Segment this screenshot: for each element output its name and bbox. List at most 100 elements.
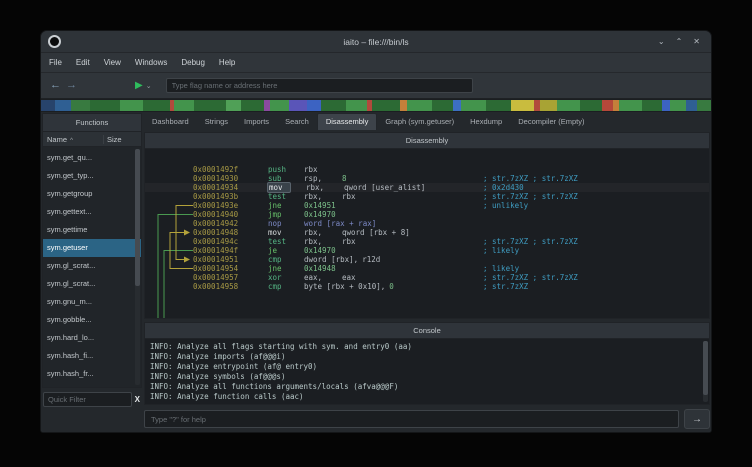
tab-dashboard[interactable]: Dashboard xyxy=(144,114,197,130)
tab-hexdump[interactable]: Hexdump xyxy=(462,114,510,130)
function-item[interactable]: sym.gl_scrat... xyxy=(43,257,141,275)
disasm-line[interactable]: 0x00014934movrbx,qword [user_alist]; 0x2… xyxy=(145,183,709,192)
disasm-line[interactable]: 0x00014957xoreax,eax; str.7zXZ ; str.7zX… xyxy=(145,273,709,282)
disasm-line[interactable]: 0x00014942nopword [rax + rax] xyxy=(145,219,709,228)
menu-item-view[interactable]: View xyxy=(97,53,128,72)
disasm-comment: ; likely xyxy=(483,264,519,273)
tab-search[interactable]: Search xyxy=(277,114,317,130)
console-input[interactable] xyxy=(144,410,679,428)
operand: rbx xyxy=(342,192,356,201)
analyze-run-button[interactable]: ▶ xyxy=(135,73,143,98)
run-options-dropdown[interactable]: ⌄ xyxy=(146,82,152,90)
tab-strings[interactable]: Strings xyxy=(197,114,236,130)
tab-graph-sym-getuser[interactable]: Graph (sym.getuser) xyxy=(377,114,462,130)
operand: eax xyxy=(342,273,356,282)
quick-filter-input[interactable] xyxy=(43,392,132,407)
functions-title: Functions xyxy=(76,118,109,127)
functions-dock-header[interactable]: Functions xyxy=(42,113,142,132)
function-item[interactable]: sym.gnu_m... xyxy=(43,293,141,311)
console-line: INFO: Analyze function calls (aac) xyxy=(150,392,709,402)
disasm-mnemonic: jne xyxy=(268,201,304,210)
menu-item-edit[interactable]: Edit xyxy=(69,53,97,72)
operand: 0x14970 xyxy=(304,246,338,255)
disasm-mnemonic: nop xyxy=(268,219,304,228)
functions-list: sym.get_qu...sym.get_typ...sym.getgroups… xyxy=(42,147,142,388)
maximize-button[interactable]: ⌃ xyxy=(676,31,683,52)
function-item[interactable]: sym.hash_fi... xyxy=(43,347,141,365)
operand: byte [rbx + 0x10], xyxy=(304,282,385,291)
disassembly-dock-header[interactable]: Disassembly xyxy=(144,132,710,149)
disasm-mnemonic: sub xyxy=(268,174,304,183)
chevron-up-icon: ⌃ xyxy=(676,37,683,46)
disasm-line[interactable]: 0x00014958cmpbyte [rbx + 0x10],0; str.7z… xyxy=(145,282,709,291)
console-dock-header[interactable]: Console xyxy=(144,322,710,339)
disasm-mnemonic: mov xyxy=(268,183,290,192)
disasm-line[interactable]: 0x0001492fpushrbx xyxy=(145,165,709,174)
scrollbar-thumb[interactable] xyxy=(135,149,140,286)
function-item[interactable]: sym.getgroup xyxy=(43,185,141,203)
console-scrollbar[interactable] xyxy=(703,341,708,402)
main-area: Functions Name^ Size sym.get_qu...sym.ge… xyxy=(41,112,711,432)
disasm-mnemonic: je xyxy=(268,246,304,255)
disasm-line[interactable]: 0x00014951cmpdword [rbx],r12d xyxy=(145,255,709,264)
disasm-line[interactable]: 0x00014954jne0x14948; likely xyxy=(145,264,709,273)
close-button[interactable]: ✕ xyxy=(693,31,700,52)
disasm-line[interactable]: 0x00014948movrbx,qword [rbx + 8] xyxy=(145,228,709,237)
disasm-mnemonic: test xyxy=(268,192,304,201)
disasm-address: 0x00014958 xyxy=(193,282,268,291)
menu-item-debug[interactable]: Debug xyxy=(174,53,212,72)
function-item[interactable]: sym.gobble... xyxy=(43,311,141,329)
address-search-input[interactable] xyxy=(166,78,473,93)
window-controls: ⌄ ⌃ ✕ xyxy=(658,31,700,52)
disasm-line[interactable]: 0x0001493ejne0x14951; unlikely xyxy=(145,201,709,210)
tab-decompiler-empty[interactable]: Decompiler (Empty) xyxy=(510,114,592,130)
disasm-comment: ; likely xyxy=(483,246,519,255)
console-input-row: → xyxy=(144,409,710,429)
strip-segment xyxy=(143,100,169,111)
clear-filter-button[interactable]: X xyxy=(135,395,140,404)
menu-item-windows[interactable]: Windows xyxy=(128,53,174,72)
console-line: INFO: Analyze symbols (af@@@s) xyxy=(150,372,709,382)
disasm-line[interactable]: 0x0001494fje0x14970; likely xyxy=(145,246,709,255)
execute-button[interactable]: → xyxy=(684,409,710,429)
menu-item-file[interactable]: File xyxy=(42,53,69,72)
function-item[interactable]: sym.get_typ... xyxy=(43,167,141,185)
titlebar[interactable]: iaito – file:///bin/ls ⌄ ⌃ ✕ xyxy=(41,31,711,53)
function-item[interactable]: sym.gettext... xyxy=(43,203,141,221)
menu-item-help[interactable]: Help xyxy=(212,53,242,72)
strip-segment xyxy=(174,100,193,111)
operand: 0x14948 xyxy=(304,264,338,273)
minimize-button[interactable]: ⌄ xyxy=(658,31,665,52)
console-line: INFO: Analyze imports (af@@@i) xyxy=(150,352,709,362)
disasm-address: 0x00014954 xyxy=(193,264,268,273)
operand: rbx, xyxy=(306,183,340,192)
scrollbar-thumb[interactable] xyxy=(703,341,708,395)
disasm-line[interactable]: 0x0001493btestrbx,rbx; str.7zXZ ; str.7z… xyxy=(145,192,709,201)
disassembly-view[interactable]: 0x0001492fpushrbx0x00014930subrsp,8; str… xyxy=(144,149,710,319)
desktop-background: iaito – file:///bin/ls ⌄ ⌃ ✕ FileEditVie… xyxy=(0,0,752,467)
tab-imports[interactable]: Imports xyxy=(236,114,277,130)
seek-back-button[interactable]: ← xyxy=(50,73,61,98)
strip-segment xyxy=(289,100,307,111)
disasm-operands: dword [rbx],r12d xyxy=(304,255,380,264)
function-item[interactable]: sym.hash_fr... xyxy=(43,365,141,383)
disasm-line[interactable]: 0x00014940jmp0x14970 xyxy=(145,210,709,219)
column-header-size[interactable]: Size xyxy=(103,135,141,144)
disasm-line[interactable]: 0x00014930subrsp,8; str.7zXZ ; str.7zXZ xyxy=(145,174,709,183)
memory-map-strip[interactable] xyxy=(41,99,711,112)
tab-disassembly[interactable]: Disassembly xyxy=(317,113,378,130)
operand: 0x14951 xyxy=(304,201,338,210)
disasm-line[interactable]: 0x0001494ctestrbx,rbx; str.7zXZ ; str.7z… xyxy=(145,237,709,246)
disasm-operands: rbx,qword [user_alist] xyxy=(306,183,425,192)
seek-forward-button[interactable]: → xyxy=(66,73,77,98)
function-item[interactable]: sym.gettime xyxy=(43,221,141,239)
disasm-address: 0x0001493b xyxy=(193,192,268,201)
function-item[interactable]: sym.getuser xyxy=(43,239,141,257)
column-header-name[interactable]: Name^ xyxy=(43,135,103,144)
console-title: Console xyxy=(413,326,441,335)
function-item[interactable]: sym.gl_scrat... xyxy=(43,275,141,293)
function-item[interactable]: sym.hard_lo... xyxy=(43,329,141,347)
functions-scrollbar[interactable] xyxy=(135,149,140,385)
disasm-comment: ; str.7zXZ xyxy=(483,282,528,291)
function-item[interactable]: sym.get_qu... xyxy=(43,149,141,167)
